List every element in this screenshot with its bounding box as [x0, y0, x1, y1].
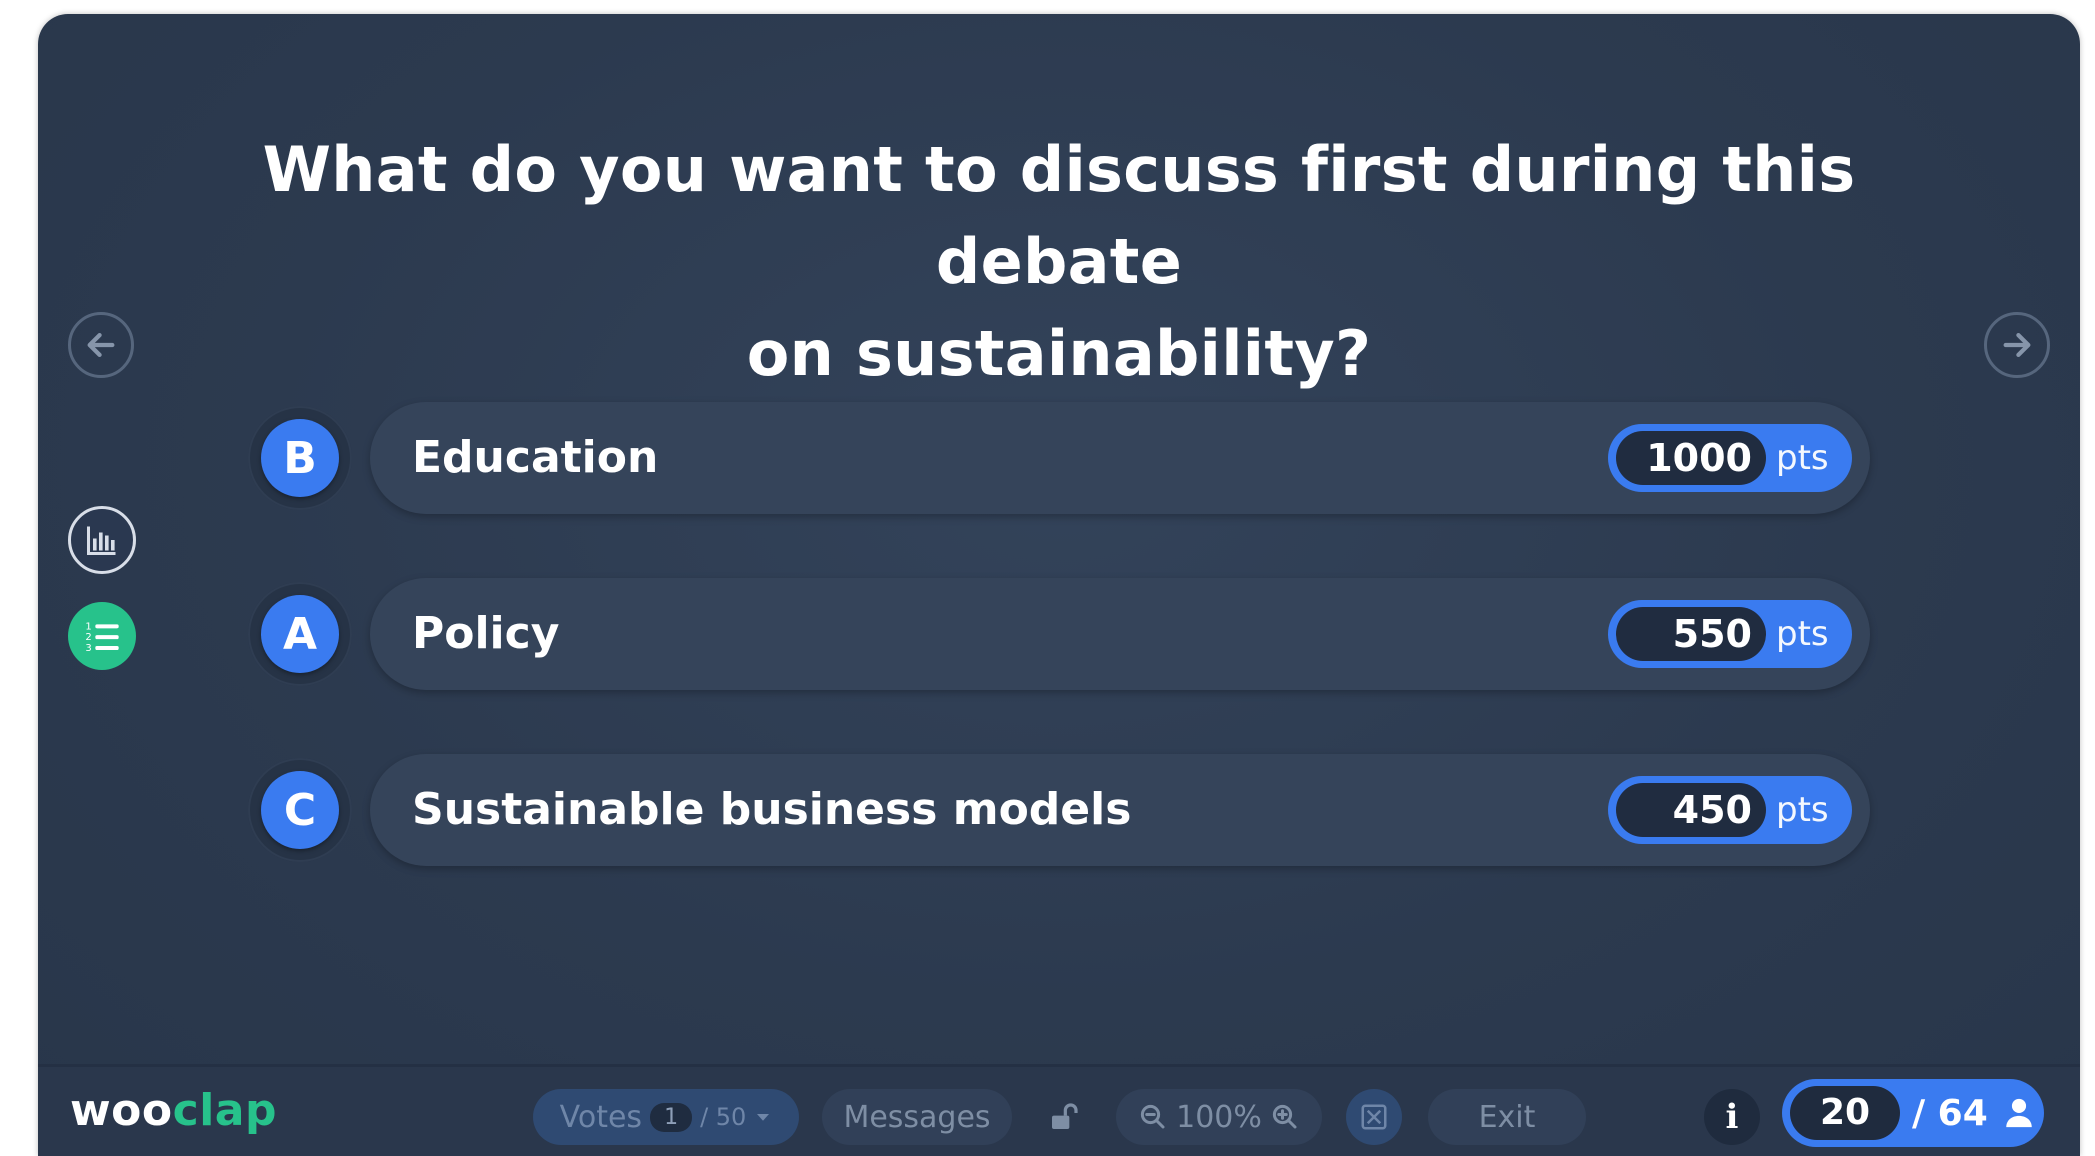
- answer-letter-ring: C: [248, 758, 352, 862]
- info-button[interactable]: i: [1704, 1089, 1760, 1145]
- user-icon: [2006, 1098, 2032, 1128]
- bar-chart-view-button[interactable]: [68, 506, 136, 574]
- zoom-in-icon[interactable]: [1270, 1102, 1300, 1132]
- points-value: 450: [1616, 783, 1766, 837]
- points-value: 1000: [1616, 431, 1766, 485]
- chevron-down-icon: [757, 1114, 770, 1121]
- fullscreen-icon: [1361, 1104, 1387, 1130]
- points-pill: 1000 pts: [1608, 424, 1852, 492]
- answer-letter-ring: B: [248, 406, 352, 510]
- wooclap-logo: wooclap: [70, 1085, 277, 1136]
- votes-current: 1: [650, 1102, 693, 1132]
- answer-row: A Policy 550 pts: [248, 578, 1908, 690]
- lock-toggle-button[interactable]: [1036, 1089, 1092, 1145]
- answer-letter-ring: A: [248, 582, 352, 686]
- next-question-button[interactable]: [1984, 312, 2050, 378]
- logo-part-2: clap: [172, 1085, 277, 1136]
- logo-part-1: woo: [70, 1085, 173, 1136]
- zoom-out-icon[interactable]: [1138, 1102, 1168, 1132]
- votes-button[interactable]: Votes 1 / 50: [533, 1089, 799, 1145]
- answer-letter-badge: A: [261, 595, 339, 673]
- answer-label: Policy: [412, 608, 560, 659]
- answer-label: Education: [412, 432, 659, 483]
- answer-letter-badge: C: [261, 771, 339, 849]
- answer-label: Sustainable business models: [412, 784, 1132, 835]
- presentation-window: What do you want to discuss first during…: [38, 14, 2080, 1156]
- ranking-view-button[interactable]: 1 2 3: [68, 602, 136, 670]
- answer-bar: Policy 550 pts: [370, 578, 1870, 690]
- previous-question-button[interactable]: [68, 312, 134, 378]
- messages-button[interactable]: Messages: [822, 1089, 1012, 1145]
- bar-chart-icon: [87, 526, 116, 555]
- points-unit: pts: [1776, 614, 1829, 654]
- fullscreen-button[interactable]: [1346, 1089, 1402, 1145]
- info-icon: i: [1725, 1097, 1739, 1137]
- points-pill: 550 pts: [1608, 600, 1852, 668]
- exit-label: Exit: [1478, 1099, 1536, 1135]
- votes-total: / 50: [700, 1103, 747, 1131]
- svg-text:3: 3: [85, 643, 91, 654]
- question-line-1: What do you want to discuss first during…: [262, 133, 1856, 298]
- answer-letter-badge: B: [261, 419, 339, 497]
- question-title: What do you want to discuss first during…: [198, 124, 1920, 400]
- zoom-level: 100%: [1176, 1099, 1262, 1135]
- points-unit: pts: [1776, 790, 1829, 830]
- participants-counter[interactable]: 20 / 64: [1782, 1079, 2044, 1147]
- question-line-2: on sustainability?: [746, 317, 1372, 390]
- answer-bar: Education 1000 pts: [370, 402, 1870, 514]
- points-pill: 450 pts: [1608, 776, 1852, 844]
- svg-text:1: 1: [85, 621, 91, 632]
- arrow-left-icon: [87, 332, 115, 358]
- svg-text:2: 2: [85, 632, 91, 643]
- participants-total: / 64: [1912, 1092, 1988, 1134]
- numbered-list-icon: 1 2 3: [85, 621, 119, 654]
- arrow-right-icon: [2003, 332, 2031, 358]
- participants-current: 20: [1790, 1086, 1900, 1140]
- bottom-toolbar: wooclap Votes 1 / 50 Messages 100% Exit …: [38, 1064, 2080, 1156]
- votes-label: Votes: [559, 1099, 643, 1135]
- exit-button[interactable]: Exit: [1428, 1089, 1586, 1145]
- points-unit: pts: [1776, 438, 1829, 478]
- points-value: 550: [1616, 607, 1766, 661]
- zoom-control: 100%: [1116, 1089, 1322, 1145]
- messages-label: Messages: [843, 1099, 991, 1135]
- answer-row: B Education 1000 pts: [248, 402, 1908, 514]
- answer-bar: Sustainable business models 450 pts: [370, 754, 1870, 866]
- unlock-icon: [1052, 1103, 1078, 1129]
- answer-row: C Sustainable business models 450 pts: [248, 754, 1908, 866]
